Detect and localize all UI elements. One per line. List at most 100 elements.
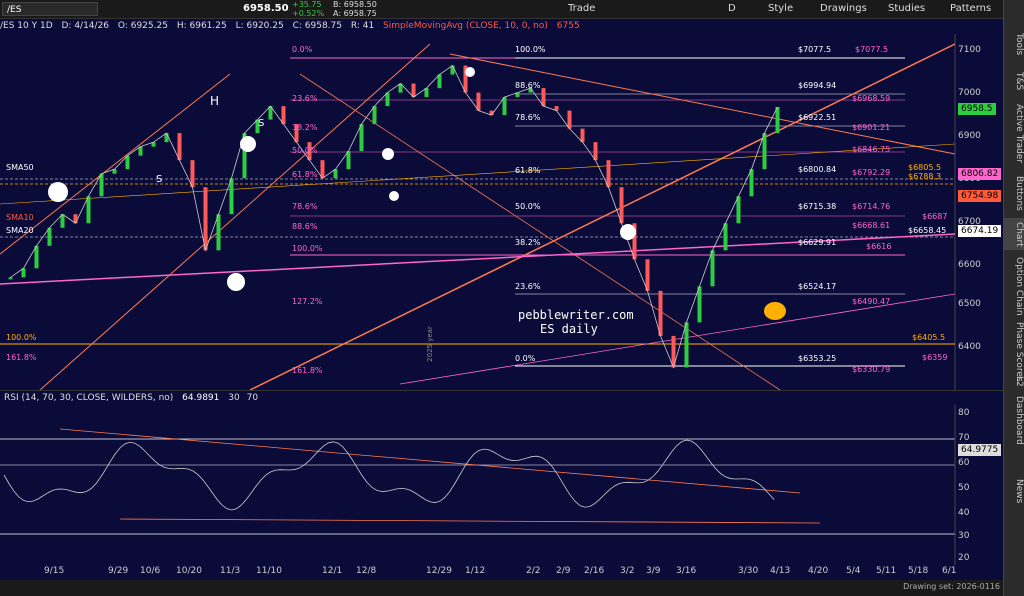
price-axis-label: 6400: [958, 342, 981, 352]
watermark: pebblewriter.com: [518, 308, 634, 322]
date-label: 9/29: [108, 566, 129, 576]
candle: [749, 169, 754, 197]
candle: [502, 97, 507, 116]
quote-open: O: 6925.25: [117, 21, 168, 31]
marker-circle: [227, 273, 245, 291]
candle: [697, 286, 702, 323]
date-label: 4/20: [808, 566, 829, 576]
quote-range: R: 41: [350, 21, 375, 31]
fib-label: 23.6%: [292, 94, 318, 103]
sidebar-tab-news[interactable]: News: [1004, 476, 1024, 506]
level-label: $6405.5: [912, 333, 946, 342]
marker-circle: [465, 67, 475, 77]
candle: [34, 245, 39, 269]
price-axis-label: 6500: [958, 299, 981, 309]
last-price-tag: 6958.5: [958, 103, 996, 115]
fib-label: 78.6%: [515, 113, 541, 122]
date-label: 5/4: [846, 566, 861, 576]
sidebar-tab-chart[interactable]: Chart: [1004, 218, 1024, 250]
fib-label: 61.8%: [515, 166, 541, 175]
date-label: 12/8: [356, 566, 377, 576]
rsi-os: 70: [246, 393, 259, 403]
sma50-tag: SMA50: [6, 163, 34, 172]
fib-label: 38.2%: [292, 123, 318, 132]
date-label: 9/15: [44, 566, 65, 576]
sidebar-tab-l2[interactable]: L2: [1004, 372, 1024, 390]
sidebar-tab-option-chain[interactable]: Option Chain: [1004, 254, 1024, 318]
symbol-input[interactable]: /ES: [2, 2, 98, 16]
date-label: 4/13: [770, 566, 791, 576]
fib-label: 38.2%: [515, 238, 541, 247]
rsi-axis-label: 20: [958, 553, 970, 563]
interval-select[interactable]: D: [728, 1, 736, 17]
level-label: $6359: [922, 353, 948, 362]
marker-circle: [382, 148, 394, 160]
candle: [736, 196, 741, 224]
drawing-set-label: Drawing set: 2026-0116: [903, 582, 1000, 591]
candle: [359, 124, 364, 152]
date-axis: 9/15 9/29 10/6 10/20 11/3 11/10 12/1 12/…: [0, 565, 1004, 579]
date-label: 3/2: [620, 566, 635, 576]
candle: [476, 92, 481, 111]
fib-label: 0.0%: [515, 354, 536, 363]
candle: [723, 223, 728, 251]
patterns-menu[interactable]: Patterns: [950, 1, 991, 17]
candle: [99, 173, 104, 197]
candle: [541, 88, 546, 107]
right-sidebar: Tools T&S Active Trader Buttons Chart Op…: [1003, 0, 1024, 596]
level-label: $6792.29: [852, 168, 891, 177]
candle: [658, 290, 663, 336]
sidebar-tab-active-trader[interactable]: Active Trader: [1004, 98, 1024, 170]
quote-close: C: 6958.75: [292, 21, 342, 31]
sidebar-tab-tools[interactable]: Tools: [1004, 24, 1024, 64]
studies-menu[interactable]: Studies: [888, 1, 925, 17]
level-label: $7077.5: [855, 45, 889, 54]
rsi-axis-label: 80: [958, 408, 970, 418]
price-axis-label: 6600: [958, 260, 981, 270]
pattern-label-head: H: [210, 94, 220, 108]
price-axis-label: 7100: [958, 45, 981, 55]
sidebar-tab-buttons[interactable]: Buttons: [1004, 172, 1024, 214]
rsi-value: 64.9891: [182, 393, 220, 403]
pattern-label-shoulder: S: [156, 174, 163, 185]
rsi-label: RSI (14, 70, 30, CLOSE, WILDERS, no): [4, 393, 174, 403]
rsi-header: RSI (14, 70, 30, CLOSE, WILDERS, no) 64.…: [0, 390, 1004, 405]
fib-label: 161.8%: [6, 353, 37, 362]
style-menu[interactable]: Style: [768, 1, 793, 17]
date-label: 10/6: [140, 566, 161, 576]
fib-label: 88.6%: [292, 222, 318, 231]
level-label: $6922.51: [798, 113, 837, 122]
trade-button[interactable]: Trade: [568, 1, 595, 17]
date-label: 3/9: [646, 566, 661, 576]
rsi-axis-label: 30: [958, 531, 970, 541]
candle: [346, 151, 351, 170]
sidebar-tab-ts[interactable]: T&S: [1004, 68, 1024, 94]
fib-label: 127.2%: [292, 297, 323, 306]
candle: [710, 250, 715, 287]
toolbar: /ES 6958.50 +35.75 +0.52% B: 6958.50 A: …: [0, 0, 1004, 19]
sma20-tag: SMA20: [6, 226, 34, 235]
candle: [86, 196, 91, 224]
rsi-axis-label: 50: [958, 483, 970, 493]
pattern-label-shoulder: S: [258, 118, 265, 129]
level-label: $6353.25: [798, 354, 837, 363]
sma10-value: 6755: [556, 21, 580, 31]
rsi-axis-label: 40: [958, 508, 970, 518]
marker-circle: [48, 182, 68, 202]
candle: [177, 133, 182, 161]
drawings-menu[interactable]: Drawings: [820, 1, 867, 17]
sma20-price-tag: 6674.19: [958, 225, 1002, 237]
price-chart[interactable]: [0, 34, 1004, 390]
quote-date: D: 4/14/26: [61, 21, 110, 31]
sidebar-tab-dashboard[interactable]: Dashboard: [1004, 392, 1024, 448]
rsi-panel[interactable]: [0, 405, 1004, 565]
fib-label: 78.6%: [292, 202, 318, 211]
candle: [593, 142, 598, 161]
sma10-price-tag: 6754.98: [958, 190, 1002, 202]
level-label: $6800.84: [798, 165, 837, 174]
chart-period: /ES 10 Y 1D: [0, 21, 53, 31]
level-label: $6788.3: [908, 172, 942, 181]
candle: [567, 110, 572, 129]
level-label: $6714.76: [852, 202, 891, 211]
sma10-tag: SMA10: [6, 213, 34, 222]
